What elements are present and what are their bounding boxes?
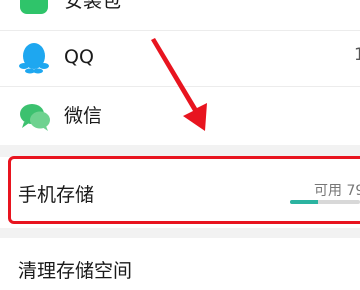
red-arrow-annotation — [151, 38, 207, 131]
